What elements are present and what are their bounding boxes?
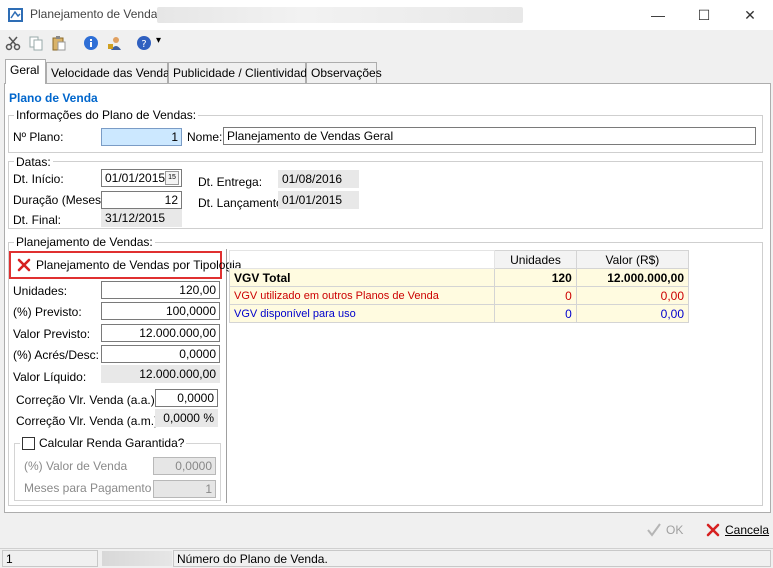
info-icon[interactable] bbox=[82, 34, 100, 52]
tab-observacoes[interactable]: Observações bbox=[306, 62, 382, 83]
help-icon[interactable]: ? bbox=[135, 34, 153, 52]
paste-icon[interactable] bbox=[50, 34, 68, 52]
delivery-date-field: 01/08/2016 bbox=[278, 170, 359, 188]
copy-icon[interactable] bbox=[27, 34, 45, 52]
cancel-button[interactable]: Cancela bbox=[705, 519, 769, 541]
app-icon bbox=[8, 7, 24, 23]
end-date-label: Dt. Final: bbox=[13, 213, 62, 227]
grid-row-label: VGV disponível para uso bbox=[228, 304, 496, 323]
sale-percent-field: 0,0000 bbox=[153, 457, 216, 475]
minimize-button[interactable]: — bbox=[635, 0, 681, 30]
launch-date-label: Dt. Lançamento: bbox=[198, 196, 287, 210]
net-value-label: Valor Líquido: bbox=[13, 370, 87, 384]
end-date-field: 31/12/2015 bbox=[101, 209, 182, 227]
status-message: Número do Plano de Venda. bbox=[173, 550, 771, 567]
grid-row-total[interactable]: VGV Total 120 12.000.000,00 bbox=[228, 268, 690, 287]
grid-row-value: 12.000.000,00 bbox=[575, 268, 690, 287]
red-x-icon bbox=[17, 258, 31, 272]
launch-date-field: 01/01/2015 bbox=[278, 191, 359, 209]
ok-button[interactable]: OK bbox=[646, 519, 683, 541]
planning-splitter[interactable] bbox=[226, 249, 228, 503]
planning-legend: Planejamento de Vendas: bbox=[14, 235, 155, 249]
status-redacted-panel bbox=[102, 551, 172, 566]
grid-header-value[interactable]: Valor (R$) bbox=[575, 250, 690, 269]
units-label: Unidades: bbox=[13, 284, 68, 298]
ok-label: OK bbox=[666, 523, 684, 537]
typology-planning-button[interactable]: Planejamento de Vendas por Tipologia bbox=[9, 251, 241, 279]
plan-info-legend: Informações do Plano de Vendas: bbox=[14, 108, 199, 122]
guaranteed-income-checkbox[interactable] bbox=[22, 436, 35, 450]
adjustment-field[interactable]: 0,0000 bbox=[101, 345, 220, 363]
correction-am-field: 0,0000 % bbox=[155, 409, 218, 427]
correction-aa-field[interactable]: 0,0000 bbox=[155, 389, 218, 407]
delivery-date-label: Dt. Entrega: bbox=[198, 175, 263, 189]
correction-aa-label: Correção Vlr. Venda (a.a.): bbox=[16, 393, 159, 407]
adjustment-label: (%) Acrés/Desc: bbox=[13, 348, 100, 362]
status-left-panel: 1 bbox=[2, 550, 98, 567]
plan-name-label: Nome: bbox=[187, 130, 223, 144]
cancel-x-icon bbox=[705, 522, 721, 538]
grid-header-blank bbox=[228, 250, 496, 269]
grid-row-units: 0 bbox=[494, 286, 577, 305]
section-title: Plano de Venda bbox=[9, 91, 98, 105]
forecast-value-field[interactable]: 12.000.000,00 bbox=[101, 324, 220, 342]
plan-name-field[interactable]: Planejamento de Vendas Geral bbox=[223, 127, 756, 145]
grid-row-label: VGV utilizado em outros Planos de Venda bbox=[228, 286, 496, 305]
checkmark-icon bbox=[646, 522, 662, 538]
grid-row-value: 0,00 bbox=[575, 304, 690, 323]
payment-months-label: Meses para Pagamento bbox=[24, 481, 152, 495]
duration-label: Duração (Meses): bbox=[13, 193, 109, 207]
grid-row-units: 0 bbox=[494, 304, 577, 323]
duration-field[interactable]: 12 bbox=[101, 191, 182, 209]
grid-row-value: 0,00 bbox=[575, 286, 690, 305]
sale-percent-label: (%) Valor de Venda bbox=[24, 459, 128, 473]
close-button[interactable]: ✕ bbox=[727, 0, 773, 30]
grid-row-available[interactable]: VGV disponível para uso 0 0,00 bbox=[228, 304, 690, 323]
help-dropdown-caret[interactable]: ▾ bbox=[156, 35, 161, 46]
grid-row-units: 120 bbox=[494, 268, 577, 287]
plan-number-field[interactable]: 1 bbox=[101, 128, 182, 146]
user-lock-icon[interactable] bbox=[106, 34, 124, 52]
guaranteed-income-toggle[interactable]: Calcular Renda Garantida? bbox=[20, 436, 187, 450]
cancel-label: Cancela bbox=[725, 523, 770, 537]
tab-publicidade[interactable]: Publicidade / Clientividade bbox=[168, 62, 314, 83]
dates-legend: Datas: bbox=[14, 155, 53, 169]
typology-planning-label: Planejamento de Vendas por Tipologia bbox=[36, 258, 242, 272]
tab-geral[interactable]: Geral bbox=[5, 59, 46, 84]
payment-months-field: 1 bbox=[153, 480, 216, 498]
percent-forecast-label: (%) Previsto: bbox=[13, 305, 82, 319]
maximize-button[interactable]: ☐ bbox=[681, 0, 727, 30]
plan-number-label: Nº Plano: bbox=[13, 130, 64, 144]
start-date-label: Dt. Início: bbox=[13, 172, 64, 186]
cut-icon[interactable] bbox=[4, 34, 22, 52]
grid-row-label: VGV Total bbox=[228, 268, 496, 287]
net-value-field: 12.000.000,00 bbox=[101, 365, 220, 383]
guaranteed-income-label: Calcular Renda Garantida? bbox=[39, 436, 185, 450]
forecast-value-label: Valor Previsto: bbox=[13, 327, 91, 341]
units-field[interactable]: 120,00 bbox=[101, 281, 220, 299]
grid-header-row: Unidades Valor (R$) bbox=[228, 250, 690, 269]
grid-row-used[interactable]: VGV utilizado em outros Planos de Venda … bbox=[228, 286, 690, 305]
correction-am-label: Correção Vlr. Venda (a.m.): bbox=[16, 414, 162, 428]
calendar-icon[interactable]: 15 bbox=[165, 171, 179, 185]
window-title-redacted bbox=[157, 7, 523, 23]
tab-velocidade-das-vendas[interactable]: Velocidade das Vendas bbox=[46, 62, 176, 83]
percent-forecast-field[interactable]: 100,0000 bbox=[101, 302, 220, 320]
vgv-grid: Unidades Valor (R$) VGV Total 120 12.000… bbox=[228, 250, 690, 326]
window-title: Planejamento de Venda bbox=[30, 7, 158, 21]
grid-header-units[interactable]: Unidades bbox=[494, 250, 577, 269]
svg-text:?: ? bbox=[141, 39, 146, 50]
